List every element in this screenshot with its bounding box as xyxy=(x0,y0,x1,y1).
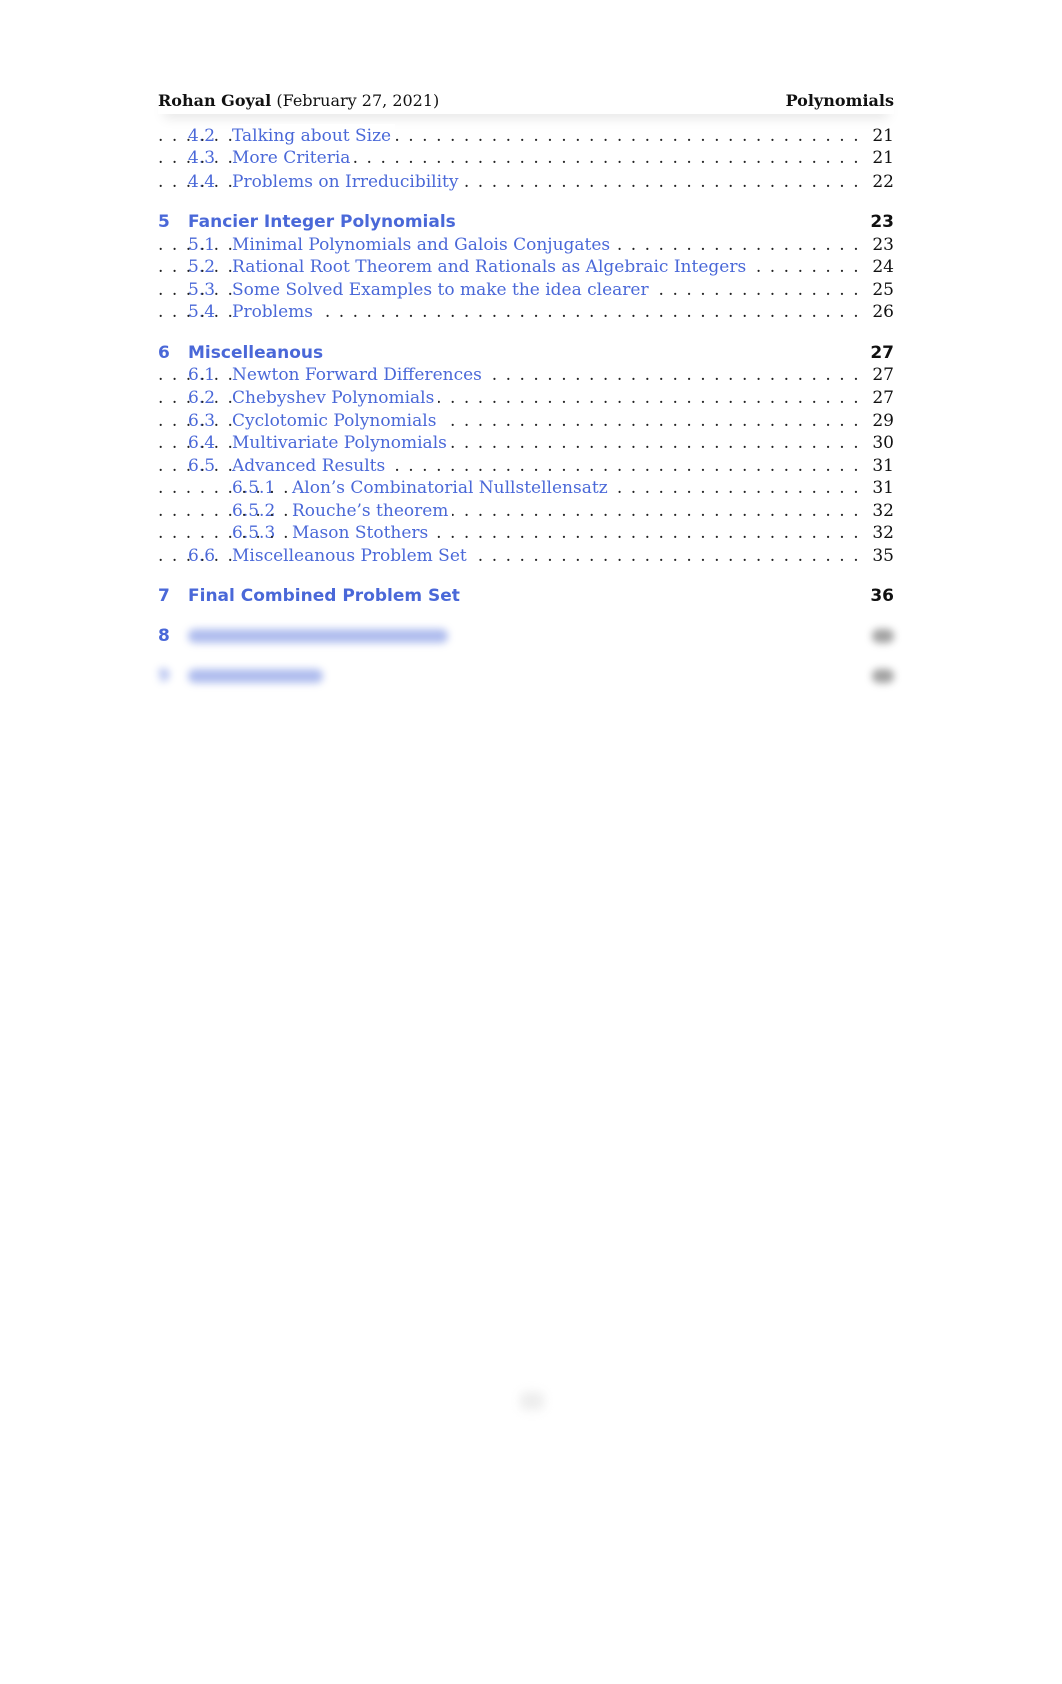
toc-subsection-entry[interactable]: 6.5.3. . . . . . . . . . . . . . . . . .… xyxy=(158,521,894,545)
toc-section-entry: 9 xyxy=(158,664,894,688)
toc-entry-page-blurred xyxy=(872,669,894,683)
toc-entry-title[interactable]: Problems on Irreducibility xyxy=(232,170,463,194)
toc-entry-number: 8 xyxy=(158,626,170,646)
toc-entry-page-blurred xyxy=(872,629,894,643)
toc-entry-number: 5 xyxy=(158,212,170,232)
toc-entry-number-blurred: 9 xyxy=(158,666,170,686)
toc-entry-page: 27 xyxy=(872,388,894,408)
toc-entry-page: 29 xyxy=(872,411,894,431)
toc-entry-title[interactable]: Problems xyxy=(232,300,318,324)
running-header: Rohan Goyal (February 27, 2021) Polynomi… xyxy=(158,88,894,114)
toc-entry-title[interactable]: More Criteria xyxy=(232,146,355,170)
toc-entry-page: 24 xyxy=(872,257,894,277)
header-date: (February 27, 2021) xyxy=(276,91,440,110)
header-author: Rohan Goyal xyxy=(158,91,272,110)
toc-entry-title[interactable]: Cyclotomic Polynomials xyxy=(232,409,441,433)
toc-entry-title[interactable]: Final Combined Problem Set xyxy=(188,584,464,608)
toc-entry-page: 21 xyxy=(872,148,894,168)
toc-entry-page: 32 xyxy=(872,501,894,521)
toc-entry-title[interactable]: Alon’s Combinatorial Nullstellensatz xyxy=(292,476,612,500)
toc-subsection-entry[interactable]: 6.1. . . . . . . . . . . . . . . . . . .… xyxy=(158,363,894,387)
toc-entry-page: 35 xyxy=(872,546,894,566)
toc-entry-page: 30 xyxy=(872,433,894,453)
toc-entry-title[interactable]: Mason Stothers xyxy=(292,521,433,545)
toc-entry-number: 6 xyxy=(158,343,170,363)
toc-entry-title-blurred xyxy=(188,629,448,643)
toc-subsection-entry[interactable]: 6.6. . . . . . . . . . . . . . . . . . .… xyxy=(158,544,894,568)
toc-entry-title-blurred xyxy=(188,669,323,683)
toc-entry-title[interactable]: Fancier Integer Polynomials xyxy=(188,210,460,234)
toc-subsection-entry[interactable]: 6.2. . . . . . . . . . . . . . . . . . .… xyxy=(158,386,894,410)
toc-entry-page: 32 xyxy=(872,523,894,543)
toc-entry-page: 21 xyxy=(872,126,894,146)
toc-subsection-entry[interactable]: 5.3. . . . . . . . . . . . . . . . . . .… xyxy=(158,278,894,302)
toc-entry-page: 23 xyxy=(870,212,894,232)
toc-entry-page: 31 xyxy=(872,478,894,498)
toc-entry-title[interactable]: Multivariate Polynomials xyxy=(232,431,451,455)
toc-subsection-entry[interactable]: 5.1. . . . . . . . . . . . . . . . . . .… xyxy=(158,233,894,257)
toc-entry-title[interactable]: Minimal Polynomials and Galois Conjugate… xyxy=(232,233,615,257)
header-title: Polynomials xyxy=(785,91,894,110)
toc-entry-title[interactable]: Rational Root Theorem and Rationals as A… xyxy=(232,255,751,279)
toc-subsection-entry[interactable]: 5.4. . . . . . . . . . . . . . . . . . .… xyxy=(158,300,894,324)
toc-entry-title[interactable]: Newton Forward Differences xyxy=(232,363,486,387)
toc-dot-leader: . . . . . . . . . . . . . . . . . . . . … xyxy=(158,523,860,543)
toc-subsection-entry[interactable]: 6.4. . . . . . . . . . . . . . . . . . .… xyxy=(158,431,894,455)
toc-entry-title[interactable]: Miscelleanous Problem Set xyxy=(232,544,471,568)
toc-entry-page: 26 xyxy=(872,302,894,322)
toc-subsection-entry[interactable]: 6.5. . . . . . . . . . . . . . . . . . .… xyxy=(158,454,894,478)
toc-subsection-entry[interactable]: 4.2. . . . . . . . . . . . . . . . . . .… xyxy=(158,124,894,148)
toc-entry-title[interactable]: Advanced Results xyxy=(232,454,390,478)
toc-entry-page: 31 xyxy=(872,456,894,476)
toc-section-entry[interactable]: 7 Final Combined Problem Set 36 xyxy=(158,584,894,608)
toc-entry-page: 25 xyxy=(872,280,894,300)
toc-entry-title[interactable]: Talking about Size xyxy=(232,124,396,148)
toc-subsection-entry[interactable]: 6.5.2. . . . . . . . . . . . . . . . . .… xyxy=(158,499,894,523)
toc-entry-page: 27 xyxy=(870,343,894,363)
toc-entry-title[interactable]: Rouche’s theorem xyxy=(292,499,453,523)
header-author-date: Rohan Goyal (February 27, 2021) xyxy=(158,91,439,110)
toc-entry-page: 23 xyxy=(872,235,894,255)
toc-subsection-entry[interactable]: 6.5.1. . . . . . . . . . . . . . . . . .… xyxy=(158,476,894,500)
toc-entry-page: 22 xyxy=(872,172,894,192)
toc-entry-number: 7 xyxy=(158,586,170,606)
page-number-blurred xyxy=(520,1392,544,1410)
toc-dot-leader: . . . . . . . . . . . . . . . . . . . . … xyxy=(158,501,860,521)
toc-entry-page: 36 xyxy=(870,586,894,606)
toc-subsection-entry[interactable]: 4.3. . . . . . . . . . . . . . . . . . .… xyxy=(158,146,894,170)
toc-entry-title[interactable]: Some Solved Examples to make the idea cl… xyxy=(232,278,653,302)
toc-subsection-entry[interactable]: 5.2. . . . . . . . . . . . . . . . . . .… xyxy=(158,255,894,279)
toc-section-entry: 8 xyxy=(158,624,894,648)
toc-entry-title[interactable]: Miscelleanous xyxy=(188,341,328,365)
toc-subsection-entry[interactable]: 4.4. . . . . . . . . . . . . . . . . . .… xyxy=(158,170,894,194)
toc-section-entry[interactable]: 5 Fancier Integer Polynomials 23 xyxy=(158,210,894,234)
toc-entry-page: 27 xyxy=(872,365,894,385)
toc-section-entry[interactable]: 6 Miscelleanous 27 xyxy=(158,341,894,365)
toc-subsection-entry[interactable]: 6.3. . . . . . . . . . . . . . . . . . .… xyxy=(158,409,894,433)
toc-entry-title[interactable]: Chebyshev Polynomials xyxy=(232,386,439,410)
